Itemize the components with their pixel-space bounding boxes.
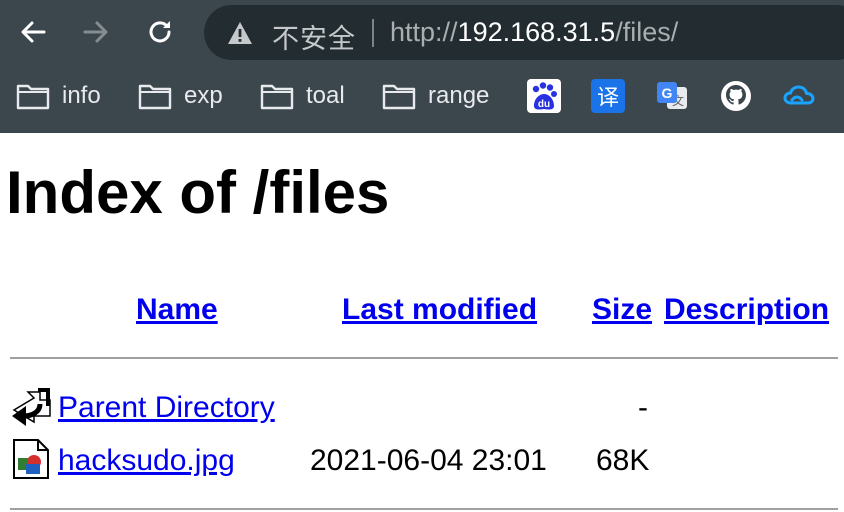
url-path: /files/: [615, 17, 679, 47]
parent-directory-link[interactable]: Parent Directory: [58, 391, 275, 425]
address-bar[interactable]: 不安全 http://192.168.31.5/files/: [204, 5, 844, 60]
column-header-name[interactable]: Name: [136, 293, 218, 327]
back-button[interactable]: [13, 12, 53, 52]
column-header-size[interactable]: Size: [592, 293, 652, 327]
page-title: Index of /files: [6, 159, 390, 226]
url-scheme: http://: [390, 17, 458, 47]
google-translate-icon[interactable]: 文 G: [655, 79, 689, 113]
bookmark-folder-info[interactable]: info: [16, 72, 101, 120]
row-size: -: [638, 391, 648, 424]
forward-arrow-icon: [83, 21, 108, 43]
baidu-icon[interactable]: du: [527, 79, 561, 113]
footer-divider: [10, 508, 838, 510]
address-divider: [372, 19, 374, 47]
folder-icon: [16, 84, 50, 110]
column-header-description[interactable]: Description: [664, 293, 829, 327]
back-arrow-icon: [10, 386, 52, 428]
bookmark-label: info: [62, 82, 101, 109]
folder-icon: [260, 84, 294, 110]
reload-icon: [149, 21, 171, 43]
github-icon[interactable]: [719, 79, 753, 113]
header-divider: [10, 357, 838, 359]
bookmark-label: exp: [184, 82, 223, 109]
svg-text:译: 译: [597, 86, 619, 111]
svg-text:du: du: [538, 99, 550, 110]
folder-icon: [138, 84, 172, 110]
bookmark-label: range: [428, 82, 490, 109]
bookmark-folder-toal[interactable]: toal: [260, 72, 345, 120]
back-arrow-icon: [21, 21, 46, 43]
column-header-last-modified[interactable]: Last modified: [342, 293, 537, 327]
folder-icon: [382, 84, 416, 110]
forward-button[interactable]: [76, 12, 116, 52]
reload-button[interactable]: [140, 12, 180, 52]
url-text[interactable]: http://192.168.31.5/files/: [390, 17, 678, 48]
bookmarks-bar: info exp toal range du 译 文 G: [0, 72, 844, 122]
browser-toolbar: 不安全 http://192.168.31.5/files/ info exp: [0, 0, 844, 133]
warning-icon[interactable]: [226, 19, 254, 47]
image-file-icon: [10, 438, 52, 480]
cloud-icon[interactable]: [782, 79, 816, 113]
bookmark-folder-exp[interactable]: exp: [138, 72, 223, 120]
bookmark-label: toal: [306, 82, 345, 109]
translate-icon[interactable]: 译: [591, 79, 625, 113]
row-last-modified: 2021-06-04 23:01: [310, 444, 547, 477]
bookmark-folder-range[interactable]: range: [382, 72, 489, 120]
svg-text:G: G: [662, 85, 673, 101]
file-link-hacksudo[interactable]: hacksudo.jpg: [58, 444, 235, 478]
security-label[interactable]: 不安全: [272, 17, 356, 56]
row-size: 68K: [596, 444, 650, 477]
url-host: 192.168.31.5: [457, 17, 616, 47]
